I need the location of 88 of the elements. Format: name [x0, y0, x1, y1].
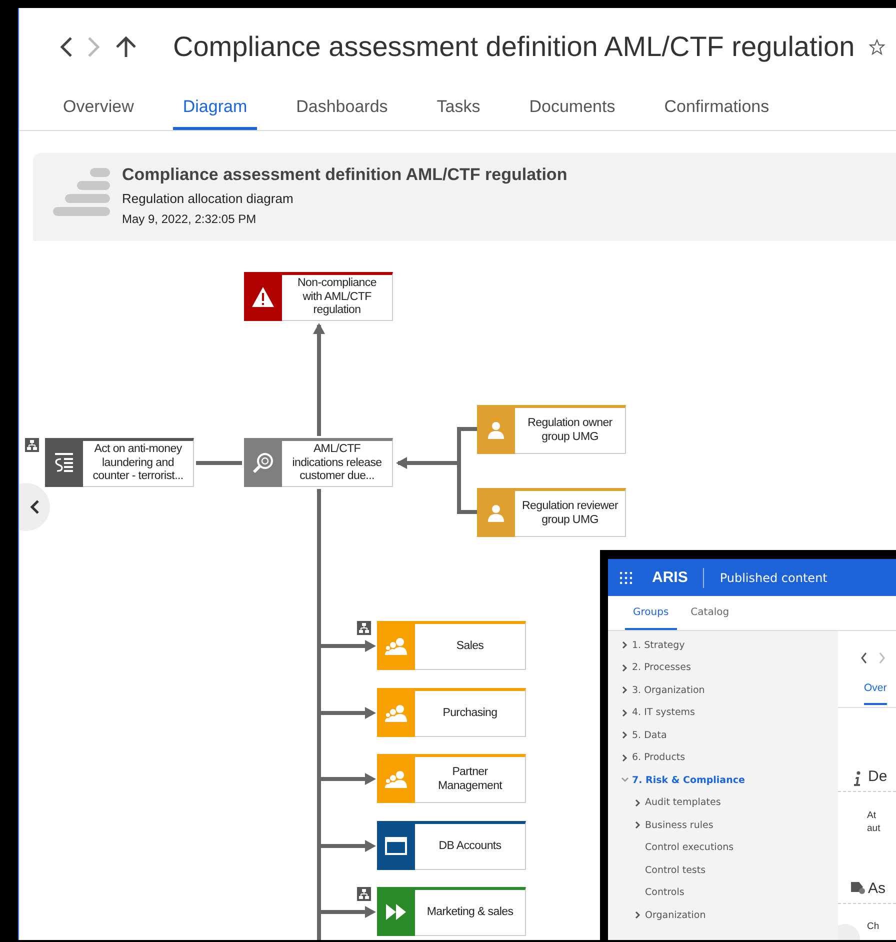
- node-label: Regulation reviewer group UMG: [515, 488, 626, 537]
- node-label: Marketing & sales: [415, 887, 526, 936]
- model-date: May 9, 2022, 2:32:05 PM: [122, 212, 258, 226]
- section-title: Published content: [720, 570, 828, 584]
- tree-item[interactable]: Business rules: [608, 814, 838, 836]
- chevron-left-icon: [30, 500, 40, 514]
- tab[interactable]: Overview: [53, 86, 144, 130]
- org-unit-node[interactable]: Partner Management: [357, 754, 526, 803]
- chevron-right-icon: [635, 821, 641, 830]
- tab[interactable]: Dashboards: [286, 86, 398, 130]
- app-name: ARIS: [652, 569, 688, 586]
- org-unit-node[interactable]: Sales: [357, 621, 526, 670]
- chevron-right-icon: [622, 664, 628, 672]
- chevron-right-icon: [622, 731, 628, 740]
- star-icon[interactable]: [868, 39, 885, 55]
- node-label: Non-compliance with AML/CTF regulation: [282, 272, 393, 321]
- description-text: aut: [867, 823, 880, 834]
- arrow: [319, 707, 376, 719]
- tab[interactable]: Catalog: [682, 596, 738, 630]
- tree-item[interactable]: 4. IT systems: [608, 702, 838, 724]
- person-icon: [487, 504, 505, 522]
- fast-forward-icon: [385, 904, 407, 920]
- chevron-down-icon: [621, 777, 629, 784]
- tree-item[interactable]: Control tests: [608, 859, 838, 882]
- tree-item[interactable]: 5. Data: [608, 724, 838, 746]
- tree-item[interactable]: 3. Organization: [608, 679, 838, 702]
- chevron-right-icon: [635, 911, 641, 920]
- org-unit-node[interactable]: Purchasing: [357, 688, 526, 737]
- hierarchy-icon[interactable]: [25, 438, 39, 452]
- arrow: [319, 840, 376, 852]
- node-label: Sales: [415, 621, 526, 670]
- hierarchy-icon[interactable]: [357, 621, 371, 635]
- node-label: Purchasing: [415, 688, 526, 737]
- tree-item[interactable]: 1. Strategy: [608, 634, 838, 656]
- tree-item[interactable]: 2. Processes: [608, 656, 838, 679]
- info-icon: [854, 771, 861, 786]
- tab[interactable]: Tasks: [426, 86, 490, 130]
- arrow: [319, 906, 376, 918]
- tree-item[interactable]: 7. Risk & Compliance: [608, 769, 838, 792]
- magnifier-icon: [252, 452, 274, 474]
- warning-icon: [252, 286, 274, 306]
- hierarchy-icon[interactable]: [357, 887, 371, 901]
- back-icon[interactable]: [59, 36, 73, 58]
- arrow: [319, 773, 376, 785]
- model-title: Compliance assessment definition AML/CTF regulation: [122, 165, 568, 185]
- chevron-right-icon: [622, 641, 628, 650]
- people-icon: [384, 770, 408, 788]
- section-heading: De: [868, 768, 888, 785]
- people-icon: [384, 636, 408, 654]
- requirement-node[interactable]: AML/CTF indications release customer due...: [224, 438, 393, 487]
- node-label: DB Accounts: [415, 821, 526, 870]
- chevron-right-icon: [622, 754, 628, 762]
- person-icon: [487, 420, 505, 438]
- role-node[interactable]: Regulation owner group UMG: [457, 405, 626, 454]
- window-icon: [385, 836, 407, 854]
- connector-line: [196, 461, 242, 465]
- node-label: Partner Management: [415, 754, 526, 803]
- back-icon[interactable]: [860, 652, 868, 664]
- tab[interactable]: Confirmations: [654, 86, 780, 130]
- tab[interactable]: Documents: [519, 86, 626, 130]
- tree-item[interactable]: 6. Products: [608, 746, 838, 769]
- app-grid-icon[interactable]: [620, 572, 632, 584]
- risk-node[interactable]: Non-compliance with AML/CTF regulation: [224, 272, 393, 321]
- tree-item[interactable]: Audit templates: [608, 792, 838, 814]
- model-type: Regulation allocation diagram: [122, 191, 294, 206]
- up-arrow-icon[interactable]: [115, 36, 137, 58]
- tree-item[interactable]: Controls: [608, 882, 838, 904]
- application-node[interactable]: DB Accounts: [357, 821, 526, 870]
- arrow: [319, 640, 376, 652]
- description-text: Ch: [867, 921, 880, 932]
- chevron-right-icon: [635, 798, 641, 807]
- node-label: Act on anti-money laundering and counter - terrorist...: [83, 438, 194, 487]
- people-icon: [384, 704, 408, 722]
- chevron-right-icon: [622, 708, 628, 717]
- page-title: Compliance assessment definition AML/CTF regulation: [173, 31, 855, 63]
- regulation-node[interactable]: Act on anti-money laundering and counter - terrorist...: [25, 438, 194, 487]
- process-node[interactable]: Marketing & sales: [357, 887, 526, 936]
- chevron-right-icon: [622, 686, 628, 694]
- description-text: At: [867, 810, 876, 821]
- tree-item[interactable]: Control executions: [608, 836, 838, 859]
- tree-item[interactable]: Organization: [608, 904, 838, 926]
- role-node[interactable]: Regulation reviewer group UMG: [457, 488, 626, 537]
- section-document-icon: [53, 452, 75, 474]
- tab[interactable]: Over: [864, 682, 887, 705]
- node-label: AML/CTF indications release customer due...: [282, 438, 393, 487]
- node-label: Regulation owner group UMG: [515, 405, 626, 454]
- tab[interactable]: Diagram: [172, 86, 258, 130]
- section-heading: As: [868, 880, 886, 897]
